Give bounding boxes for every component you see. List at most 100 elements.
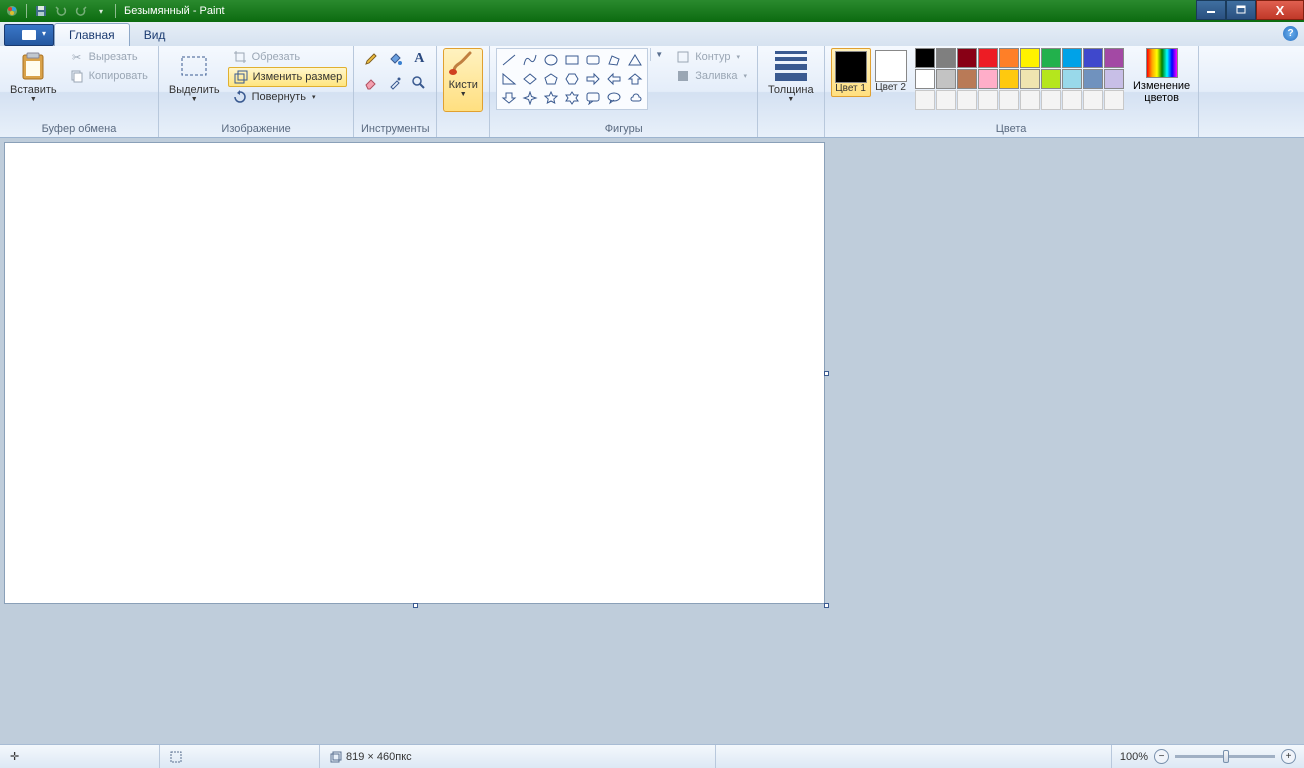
eyedropper-tool[interactable]: [384, 72, 406, 94]
tab-home[interactable]: Главная: [54, 23, 130, 46]
cut-button[interactable]: ✂Вырезать: [65, 48, 152, 66]
zoom-in-button[interactable]: +: [1281, 749, 1296, 764]
color-swatch[interactable]: [1104, 69, 1124, 89]
color-swatch[interactable]: [1083, 48, 1103, 68]
fill-button[interactable]: Заливка▾: [671, 67, 751, 85]
color-swatch-empty[interactable]: [936, 90, 956, 110]
select-button[interactable]: Выделить ▼: [165, 48, 224, 105]
color-swatch[interactable]: [1020, 69, 1040, 89]
color-swatch[interactable]: [1083, 69, 1103, 89]
zoom-thumb[interactable]: [1223, 750, 1229, 763]
clipboard-icon: [17, 50, 49, 82]
workspace[interactable]: [0, 138, 1304, 744]
size-button[interactable]: Толщина ▼: [764, 48, 818, 105]
color-swatch[interactable]: [999, 48, 1019, 68]
redo-icon[interactable]: [73, 3, 89, 19]
color-swatch[interactable]: [1062, 48, 1082, 68]
pencil-tool[interactable]: [360, 48, 382, 70]
fill-tool[interactable]: [384, 48, 406, 70]
color-swatch[interactable]: [1041, 69, 1061, 89]
color-swatch[interactable]: [915, 48, 935, 68]
color1-button[interactable]: Цвет 1: [831, 48, 871, 97]
color-swatch[interactable]: [999, 69, 1019, 89]
chevron-down-icon[interactable]: ▼: [653, 48, 665, 61]
color-swatch[interactable]: [978, 69, 998, 89]
color-swatch[interactable]: [978, 48, 998, 68]
paste-label: Вставить: [10, 84, 57, 96]
shape-polygon[interactable]: [604, 51, 624, 69]
undo-icon[interactable]: [53, 3, 69, 19]
color-swatch-empty[interactable]: [1041, 90, 1061, 110]
shape-line[interactable]: [499, 51, 519, 69]
brushes-button[interactable]: Кисти ▼: [443, 48, 483, 112]
color-swatch[interactable]: [915, 69, 935, 89]
shape-arrow-up[interactable]: [625, 70, 645, 88]
color-swatch[interactable]: [936, 48, 956, 68]
magnifier-tool[interactable]: [408, 72, 430, 94]
shape-roundrect[interactable]: [583, 51, 603, 69]
close-button[interactable]: X: [1256, 0, 1304, 20]
shape-callout-cloud[interactable]: [625, 89, 645, 107]
shape-right-triangle[interactable]: [499, 70, 519, 88]
shape-arrow-left[interactable]: [604, 70, 624, 88]
color-swatch[interactable]: [1020, 48, 1040, 68]
resize-handle-corner[interactable]: [824, 603, 829, 608]
shape-oval[interactable]: [541, 51, 561, 69]
shape-pentagon[interactable]: [541, 70, 561, 88]
file-menu-button[interactable]: [4, 24, 54, 46]
color-swatch-empty[interactable]: [915, 90, 935, 110]
rotate-button[interactable]: Повернуть▾: [228, 88, 348, 106]
qat-dropdown-icon[interactable]: ▾: [93, 3, 109, 19]
shape-4star[interactable]: [520, 89, 540, 107]
resize-handle-right[interactable]: [824, 371, 829, 376]
color-swatch-empty[interactable]: [1083, 90, 1103, 110]
status-bar: ✛ 819 × 460пкс 100% − +: [0, 744, 1304, 768]
color-swatch-empty[interactable]: [957, 90, 977, 110]
zoom-slider[interactable]: [1175, 755, 1275, 758]
ribbon: Вставить ▼ ✂Вырезать Копировать Буфер об…: [0, 46, 1304, 138]
color-swatch-empty[interactable]: [978, 90, 998, 110]
eraser-tool[interactable]: [360, 72, 382, 94]
shapes-gallery[interactable]: [496, 48, 648, 110]
text-tool[interactable]: A: [408, 48, 430, 70]
outline-button[interactable]: Контур▾: [671, 48, 751, 66]
color-swatch-empty[interactable]: [999, 90, 1019, 110]
tab-view[interactable]: Вид: [130, 24, 180, 46]
color-swatch-empty[interactable]: [1104, 90, 1124, 110]
color-swatch[interactable]: [1104, 48, 1124, 68]
edit-colors-button[interactable]: Изменение цветов: [1132, 48, 1192, 104]
resize-handle-bottom[interactable]: [413, 603, 418, 608]
crop-button[interactable]: Обрезать: [228, 48, 348, 66]
paste-button[interactable]: Вставить ▼: [6, 48, 61, 105]
help-icon[interactable]: ?: [1283, 26, 1298, 41]
save-icon[interactable]: [33, 3, 49, 19]
color2-button[interactable]: Цвет 2: [871, 48, 911, 95]
color-swatch[interactable]: [1041, 48, 1061, 68]
color-swatch-empty[interactable]: [1020, 90, 1040, 110]
shape-callout-oval[interactable]: [604, 89, 624, 107]
group-label-image: Изображение: [165, 123, 347, 137]
color-swatch-empty[interactable]: [1062, 90, 1082, 110]
shape-callout-rect[interactable]: [583, 89, 603, 107]
shape-arrow-down[interactable]: [499, 89, 519, 107]
shape-rect[interactable]: [562, 51, 582, 69]
shape-diamond[interactable]: [520, 70, 540, 88]
shape-arrow-right[interactable]: [583, 70, 603, 88]
resize-button[interactable]: Изменить размер: [228, 67, 348, 87]
shape-5star[interactable]: [541, 89, 561, 107]
color-swatch[interactable]: [1062, 69, 1082, 89]
color-swatch[interactable]: [936, 69, 956, 89]
zoom-out-button[interactable]: −: [1154, 749, 1169, 764]
shape-curve[interactable]: [520, 51, 540, 69]
shape-6star[interactable]: [562, 89, 582, 107]
maximize-button[interactable]: [1226, 0, 1256, 20]
color-swatch[interactable]: [957, 69, 977, 89]
status-selection: [160, 745, 320, 768]
canvas[interactable]: [5, 143, 824, 603]
minimize-button[interactable]: [1196, 0, 1226, 20]
copy-button[interactable]: Копировать: [65, 67, 152, 85]
shape-hexagon[interactable]: [562, 70, 582, 88]
shape-triangle[interactable]: [625, 51, 645, 69]
color-swatch[interactable]: [957, 48, 977, 68]
zoom-controls: 100% − +: [1112, 749, 1304, 764]
